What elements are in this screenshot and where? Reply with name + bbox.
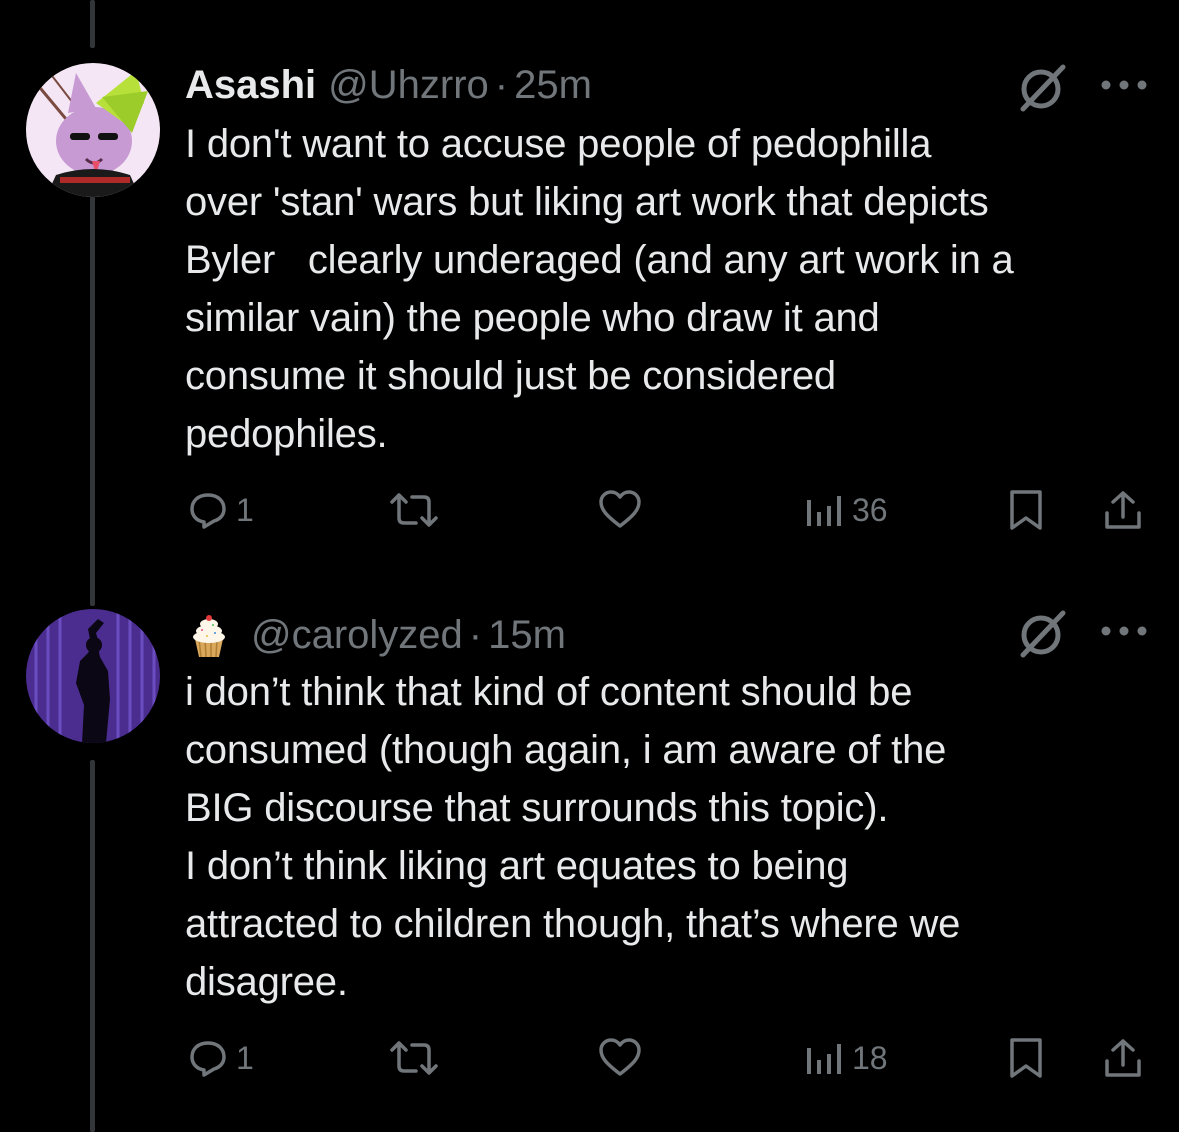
reply-count: 1 (236, 1039, 254, 1076)
tweet-header: Asashi @Uhzrro · 25m (185, 55, 592, 115)
tweet-text: I don't want to accuse people of pedophi… (185, 122, 1014, 456)
views-count: 36 (852, 491, 888, 528)
user-handle[interactable]: @Uhzrro (328, 63, 489, 108)
tweet-actions: 1 18 (0, 1033, 1179, 1083)
tweet-header: @carolyzed · 15m (185, 605, 566, 665)
tweet[interactable]: Asashi @Uhzrro · 25m I don't want to acc… (0, 55, 1179, 545)
bookmark-button[interactable] (1007, 1033, 1045, 1083)
share-button[interactable] (1102, 1033, 1144, 1083)
repost-button[interactable] (386, 485, 442, 535)
reply-button[interactable]: 1 (188, 485, 254, 535)
views-button[interactable]: 36 (804, 485, 888, 535)
concert-silhouette-avatar-icon (26, 609, 160, 743)
views-button[interactable]: 18 (804, 1033, 888, 1083)
reply-count: 1 (236, 491, 254, 528)
user-handle[interactable]: @carolyzed (251, 613, 463, 658)
share-icon (1105, 1039, 1141, 1077)
share-button[interactable] (1102, 485, 1144, 535)
display-name[interactable]: Asashi (185, 63, 316, 108)
like-button[interactable] (597, 485, 643, 535)
avatar[interactable] (26, 609, 160, 743)
tweet-actions: 1 36 (0, 485, 1179, 535)
repost-icon (390, 493, 438, 527)
views-icon (807, 496, 841, 526)
bookmark-icon (1010, 490, 1042, 530)
bookmark-icon (1010, 1038, 1042, 1078)
more-options-icon[interactable] (1099, 75, 1149, 95)
thread-line-top (90, 0, 95, 48)
avatar[interactable] (26, 63, 160, 197)
separator-dot: · (494, 62, 509, 107)
reply-button[interactable]: 1 (188, 1033, 254, 1083)
timestamp[interactable]: 25m (514, 63, 592, 108)
anthro-character-avatar-icon (26, 63, 160, 197)
separator-dot: · (468, 612, 483, 657)
reply-icon (190, 493, 226, 529)
tweet-text: i don’t think that kind of content shoul… (185, 670, 961, 1004)
more-options-icon[interactable] (1099, 621, 1149, 641)
repost-icon (390, 1041, 438, 1075)
heart-icon (599, 1038, 641, 1076)
cupcake-icon (193, 615, 225, 658)
tweet[interactable]: @carolyzed · 15m i don’t think that kind… (0, 605, 1179, 1105)
heart-icon (599, 490, 641, 528)
timestamp[interactable]: 15m (488, 613, 566, 658)
grok-icon[interactable] (1015, 607, 1069, 661)
repost-button[interactable] (386, 1033, 442, 1083)
grok-icon[interactable] (1015, 61, 1069, 115)
views-icon (807, 1044, 841, 1074)
share-icon (1105, 491, 1141, 529)
views-count: 18 (852, 1039, 888, 1076)
bookmark-button[interactable] (1007, 485, 1045, 535)
reply-icon (190, 1041, 226, 1077)
like-button[interactable] (597, 1033, 643, 1083)
